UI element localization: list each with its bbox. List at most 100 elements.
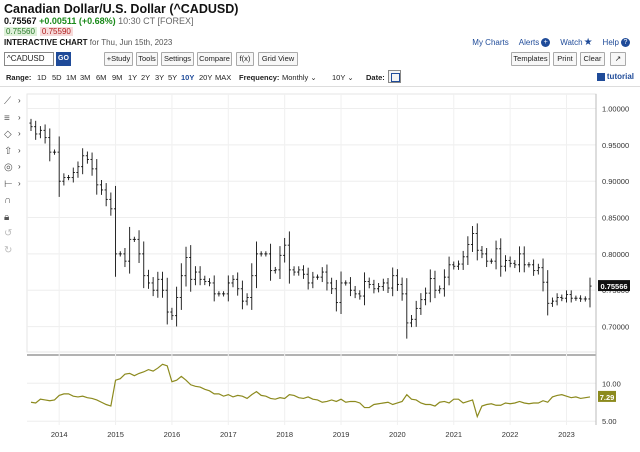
ohlc-bar — [43, 124, 47, 144]
ohlc-bar — [113, 185, 118, 277]
ohlc-bar — [569, 290, 573, 303]
ohlc-bar — [503, 255, 508, 272]
ohlc-bar — [184, 246, 188, 287]
ohlc-bar — [470, 226, 475, 252]
ohlc-bar — [499, 238, 503, 277]
ohlc-bar — [466, 236, 470, 265]
ohlc-bar — [287, 231, 291, 284]
ohlc-bar — [522, 246, 526, 273]
ohlc-bar — [57, 136, 61, 197]
ohlc-bar — [428, 269, 432, 303]
ohlc-bar — [579, 295, 583, 302]
ohlc-bar — [527, 262, 531, 268]
ohlc-bar — [344, 280, 348, 286]
ohlc-bar — [485, 248, 489, 268]
price-chart[interactable]: 1.000000.950000.900000.850000.800000.750… — [0, 0, 640, 452]
ohlc-bar — [550, 297, 555, 307]
ohlc-bar — [62, 173, 66, 186]
ohlc-bar — [456, 260, 461, 270]
ohlc-bar — [81, 148, 85, 175]
chart-grid — [26, 93, 597, 425]
ohlc-bar — [320, 267, 324, 283]
ohlc-bar — [400, 277, 404, 301]
y-tick-label: 0.85000 — [602, 214, 629, 223]
ohlc-bar — [170, 307, 174, 320]
ohlc-bar — [198, 266, 202, 286]
ohlc-bar — [372, 279, 376, 294]
ohlc-bar — [236, 272, 240, 296]
last-price-tag: 0.75566 — [598, 280, 630, 292]
ohlc-bar — [447, 256, 451, 286]
indicator-tick-label: 10.00 — [602, 379, 621, 388]
indicator-series — [30, 363, 591, 419]
ohlc-bar — [325, 264, 329, 291]
ohlc-bar — [85, 151, 89, 164]
ohlc-bar — [353, 285, 357, 299]
ohlc-bar — [226, 275, 230, 302]
ohlc-bar — [231, 275, 235, 288]
indicator-tick-label: 5.00 — [602, 417, 617, 426]
x-tick-label: 2015 — [107, 430, 124, 439]
ohlc-bar — [508, 256, 512, 268]
ohlc-bar — [52, 149, 57, 155]
ohlc-bar — [283, 237, 287, 263]
ohlc-bar — [179, 263, 183, 310]
ohlc-bar — [583, 296, 587, 302]
ohlc-bar — [76, 161, 80, 178]
ohlc-bar — [475, 223, 479, 261]
ohlc-bar — [95, 159, 99, 195]
x-tick-label: 2022 — [502, 430, 519, 439]
ohlc-bar — [574, 295, 578, 301]
ohlc-bar — [367, 277, 371, 289]
ohlc-bar — [438, 285, 442, 294]
x-tick-label: 2018 — [276, 430, 293, 439]
ohlc-bar — [358, 290, 362, 300]
ohlc-bar — [66, 174, 71, 181]
ohlc-bar — [588, 277, 592, 308]
y-tick-label: 0.90000 — [602, 177, 629, 186]
ohlc-bar — [292, 266, 296, 276]
ohlc-bar — [156, 271, 160, 298]
ohlc-bar — [409, 315, 414, 328]
ohlc-bar — [29, 118, 33, 131]
ohlc-bar — [264, 251, 268, 257]
ohlc-bar — [541, 258, 545, 292]
ohlc-bar — [99, 179, 104, 195]
ohlc-bar — [193, 266, 198, 286]
ohlc-bar — [221, 291, 226, 297]
y-tick-label: 0.95000 — [602, 141, 629, 150]
ohlc-bar — [546, 270, 550, 316]
ohlc-bar — [123, 248, 127, 268]
ohlc-bar — [381, 278, 385, 291]
ohlc-bar — [536, 263, 540, 275]
ohlc-bar — [142, 241, 146, 289]
ohlc-bar — [391, 267, 395, 297]
ohlc-bar — [433, 270, 437, 299]
ohlc-bar — [254, 241, 259, 289]
x-tick-label: 2023 — [558, 430, 575, 439]
ohlc-bar — [297, 266, 301, 276]
ohlc-bar — [160, 271, 165, 298]
ohlc-bar — [517, 246, 522, 273]
x-tick-label: 2016 — [164, 430, 181, 439]
ohlc-bar — [189, 245, 193, 292]
x-tick-label: 2020 — [389, 430, 406, 439]
ohlc-bar — [306, 267, 310, 290]
ohlc-bar — [71, 167, 75, 183]
ohlc-bar — [34, 120, 38, 140]
ohlc-bar — [146, 269, 151, 289]
ohlc-bar — [362, 272, 367, 306]
ohlc-bar — [315, 274, 320, 280]
ohlc-bar — [90, 152, 94, 176]
ohlc-bar — [414, 300, 418, 327]
ohlc-bar — [330, 277, 334, 295]
ohlc-bar — [442, 269, 446, 297]
ohlc-bar — [104, 183, 108, 207]
ohlc-bar — [419, 293, 423, 315]
svg-text:7.29: 7.29 — [600, 393, 615, 402]
ohlc-bar — [377, 282, 381, 293]
ohlc-bar — [555, 293, 559, 306]
ohlc-bar — [480, 246, 484, 259]
ohlc-bar — [532, 259, 536, 276]
x-tick-label: 2019 — [333, 430, 350, 439]
